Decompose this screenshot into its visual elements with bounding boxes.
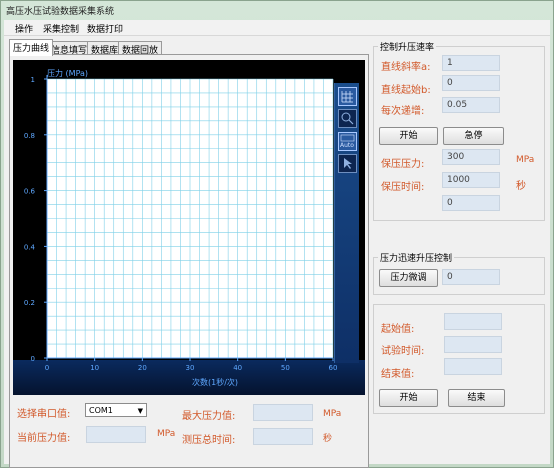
start-value-field[interactable] (444, 313, 502, 330)
tab-playback[interactable]: 数据回放 (118, 41, 163, 56)
auto-label: Auto (340, 142, 354, 149)
menu-print[interactable]: 数据打印 (87, 22, 123, 35)
hold-pressure-label: 保压压力: (381, 159, 425, 170)
port-select-value: COM1 (89, 406, 113, 415)
test-time-field[interactable] (444, 336, 502, 353)
cursor-button[interactable] (338, 154, 357, 173)
port-select[interactable]: COM1 ▼ (85, 403, 147, 417)
x-tick-label: 0 (45, 364, 49, 372)
emergency-stop-button[interactable]: 急停 (443, 127, 504, 145)
grid-toggle-button[interactable] (338, 87, 357, 106)
test-time-label: 试验时间: (381, 346, 425, 357)
max-pressure-unit: MPa (323, 409, 342, 419)
extra-value-field[interactable]: 0 (442, 195, 500, 211)
end-value-label: 结束值: (381, 369, 415, 380)
tab-info-entry[interactable]: 信息填写 (47, 41, 92, 56)
test-end-button[interactable]: 结束 (448, 389, 505, 407)
y-axis-label: 压力 (MPa) (47, 68, 88, 78)
auto-scale-button[interactable]: Auto (338, 132, 357, 151)
y-tick-label: 0 (31, 355, 35, 363)
y-tick-label: 0.4 (24, 243, 36, 251)
grid-lines (46, 78, 334, 359)
max-pressure-label: 最大压力值: (182, 411, 236, 422)
test-start-button[interactable]: 开始 (379, 389, 438, 407)
rate-control-title: 控制升压速率 (378, 40, 437, 53)
total-time-field[interactable] (253, 428, 313, 445)
pressure-chart[interactable]: 0 0.2 0.4 0.6 0.8 1 0 10 20 30 40 50 60 压力 (MPa) 次数… (13, 60, 365, 395)
start-value-label: 起始值: (381, 324, 415, 335)
zoom-icon (341, 112, 354, 125)
total-time-label: 测压总时间: (182, 435, 236, 446)
rate-start-button[interactable]: 开始 (379, 127, 438, 145)
hold-time-unit: 秒 (516, 181, 526, 192)
y-tick-label: 0.2 (24, 299, 35, 307)
port-label: 选择串口值: (17, 409, 71, 420)
fine-tune-button[interactable]: 压力微调 (379, 269, 438, 287)
hold-pressure-unit: MPa (516, 155, 535, 165)
tab-database[interactable]: 数据库 (87, 41, 123, 56)
current-pressure-unit: MPa (157, 429, 176, 439)
x-tick-label: 10 (90, 364, 99, 372)
menu-bar: 操作 采集控制 数据打印 (4, 20, 550, 36)
end-value-field[interactable] (444, 358, 502, 375)
tab-label: 压力曲线 (13, 44, 50, 54)
x-axis-label: 次数(1秒/次) (192, 377, 238, 387)
chart-svg: 0 0.2 0.4 0.6 0.8 1 0 10 20 30 40 50 60 压力 (MPa) 次数… (13, 60, 365, 395)
x-tick-label: 20 (138, 364, 147, 372)
x-tick-label: 30 (186, 364, 195, 372)
slope-label: 直线斜率a: (381, 62, 431, 73)
hold-time-field[interactable]: 1000 (442, 172, 500, 188)
y-tick-label: 1 (31, 76, 35, 84)
total-time-unit: 秒 (323, 434, 333, 444)
chart-toolbar: Auto (334, 83, 359, 363)
max-pressure-field[interactable] (253, 404, 313, 421)
hold-pressure-field[interactable]: 300 (442, 149, 500, 165)
intercept-field[interactable]: 0 (442, 75, 500, 91)
cursor-icon (344, 158, 352, 169)
fast-control-title: 压力迅速升压控制 (378, 251, 455, 264)
x-tick-label: 40 (233, 364, 242, 372)
grid-icon (341, 91, 353, 103)
fine-tune-field[interactable]: 0 (442, 269, 500, 285)
current-pressure-label: 当前压力值: (17, 433, 71, 444)
x-tick-label: 60 (329, 364, 338, 372)
hold-time-label: 保压时间: (381, 182, 425, 193)
zoom-button[interactable] (338, 109, 357, 128)
tab-pressure-curve[interactable]: 压力曲线 (9, 39, 54, 56)
menu-operate[interactable]: 操作 (15, 22, 33, 35)
x-tick-label: 50 (281, 364, 290, 372)
step-label: 每次递增: (381, 106, 425, 117)
title-bar[interactable]: 高压水压试验数据采集系统 (0, 0, 554, 20)
step-field[interactable]: 0.05 (442, 97, 500, 113)
window-title: 高压水压试验数据采集系统 (6, 7, 115, 17)
slope-field[interactable]: 1 (442, 55, 500, 71)
chevron-down-icon: ▼ (137, 407, 143, 415)
y-tick-label: 0.8 (24, 132, 35, 140)
menu-capture-control[interactable]: 采集控制 (43, 22, 79, 35)
current-pressure-field[interactable] (86, 426, 146, 443)
y-tick-label: 0.6 (24, 188, 36, 196)
intercept-label: 直线起始b: (381, 85, 431, 96)
